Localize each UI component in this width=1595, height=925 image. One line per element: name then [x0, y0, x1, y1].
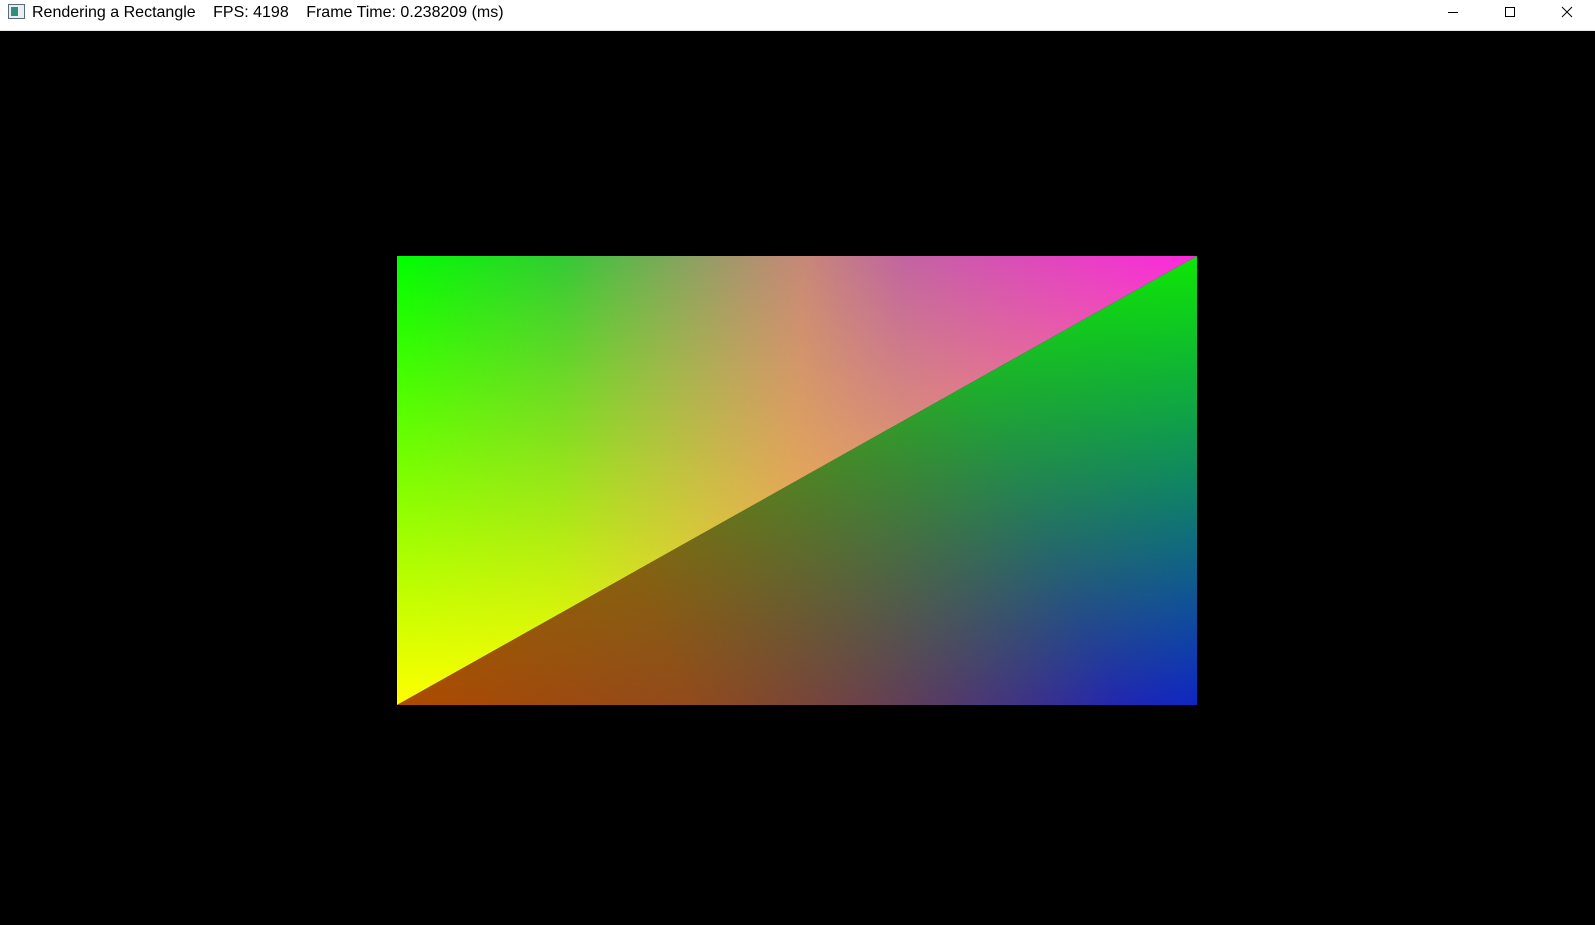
render-viewport[interactable] [0, 31, 1595, 925]
frame-time-readout: Frame Time: 0.238209 (ms) [306, 4, 504, 21]
window-controls [1424, 0, 1595, 24]
minimize-button[interactable] [1424, 0, 1481, 24]
application-window: Rendering a Rectangle FPS: 4198 Frame Ti… [0, 0, 1595, 925]
window-title: Rendering a Rectangle FPS: 4198 Frame Ti… [32, 3, 517, 23]
render-canvas [397, 256, 1197, 705]
app-icon[interactable] [8, 4, 25, 19]
window-title-name: Rendering a Rectangle [32, 4, 196, 21]
minimize-icon [1447, 12, 1458, 13]
close-icon [1561, 6, 1572, 18]
maximize-button[interactable] [1481, 0, 1538, 24]
fps-readout: FPS: 4198 [213, 4, 289, 21]
title-bar[interactable]: Rendering a Rectangle FPS: 4198 Frame Ti… [0, 0, 1595, 31]
maximize-icon [1504, 7, 1515, 17]
close-button[interactable] [1538, 0, 1595, 24]
